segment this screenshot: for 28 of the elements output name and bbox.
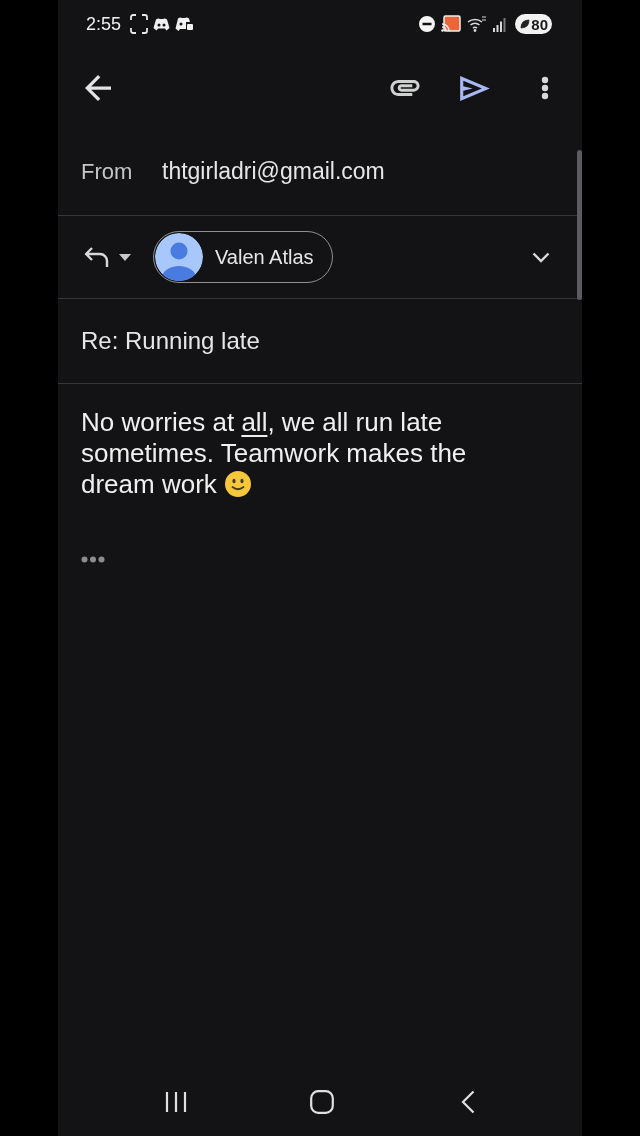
status-time: 2:55 [86, 13, 122, 35]
subject-field[interactable]: Re: Running late [81, 327, 260, 355]
wifi-icon [467, 16, 488, 32]
battery-percent: 80 [531, 15, 548, 33]
signal-icon [493, 16, 507, 32]
send-icon [460, 75, 490, 101]
home-icon [310, 1090, 334, 1114]
avatar-icon [155, 233, 203, 281]
caret-icon [119, 253, 131, 261]
leaf-icon [520, 19, 531, 29]
paperclip-icon [390, 80, 420, 96]
game-controller-lock-icon [175, 17, 194, 31]
cast-icon [441, 15, 462, 33]
ellipsis-icon[interactable] [81, 556, 105, 563]
smiley-icon [224, 471, 251, 497]
chevron-down-icon [532, 251, 550, 263]
do-not-disturb-icon [419, 16, 436, 32]
scrollbar[interactable] [577, 150, 582, 300]
sender-address[interactable]: thtgirladri@gmail.com [162, 158, 385, 185]
nav-back-icon [461, 1090, 475, 1114]
reply-arrow-icon [84, 246, 110, 268]
from-label: From [81, 158, 134, 185]
more-vert-icon [541, 76, 549, 100]
back-arrow-icon [85, 75, 111, 101]
recent-apps-icon [165, 1091, 187, 1113]
screenshot-frame-icon [130, 14, 149, 34]
game-controller-icon [153, 17, 171, 31]
message-body-field[interactable]: No worries at all, we all run late sometimes. Teamwork makes the dream work [81, 407, 511, 500]
